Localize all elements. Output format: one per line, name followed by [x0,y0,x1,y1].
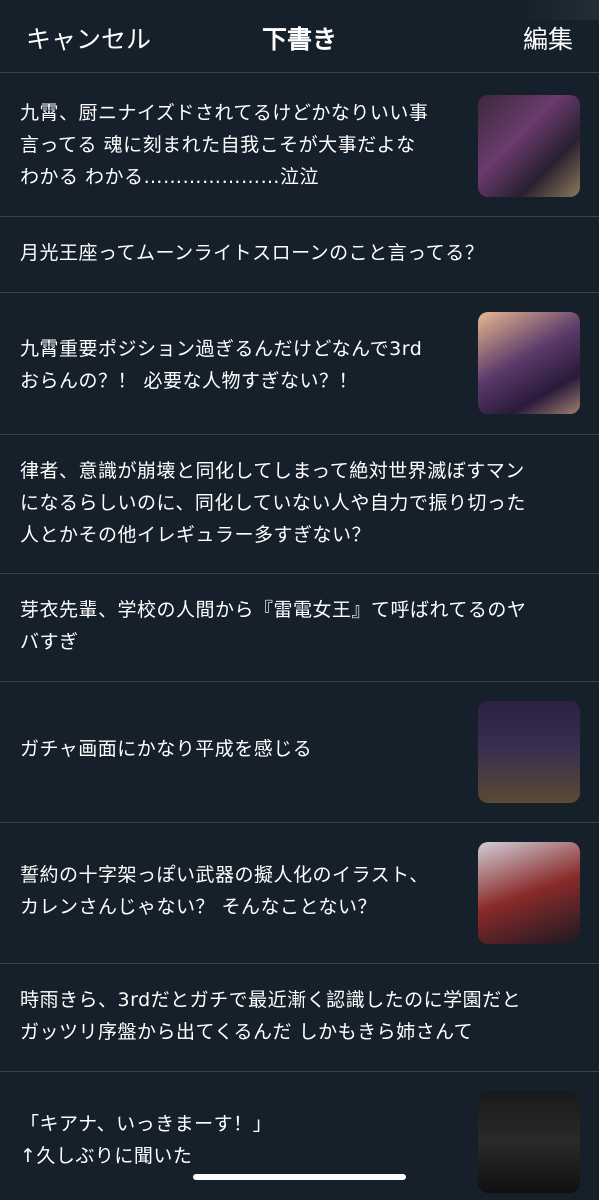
header-fade [519,0,599,20]
draft-item[interactable]: 九霄重要ポジション過ぎるんだけどなんで3rd おらんの？！ 必要な人物すぎない？… [0,292,599,434]
draft-text: 時雨きら、3rdだとガチで最近漸く認識したのに学園だと ガッツリ序盤から出てくる… [20,989,522,1043]
draft-item[interactable]: 誓約の十字架っぽい武器の擬人化のイラスト、 カレンさんじゃない？ そんなことない… [0,822,599,963]
draft-thumbnail [478,95,580,197]
draft-text: 九霄、厨ニナイズドされてるけどかなりいい事 言ってる 魂に刻まれた自我こそが大事… [20,102,429,188]
draft-item[interactable]: 月光王座ってムーンライトスローンのこと言ってる？ [0,216,599,292]
draft-item[interactable]: 時雨きら、3rdだとガチで最近漸く認識したのに学園だと ガッツリ序盤から出てくる… [0,963,599,1071]
draft-item[interactable]: 律者、意識が崩壊と同化してしまって絶対世界滅ぼすマン になるらしいのに、同化して… [0,434,599,573]
draft-thumbnail [478,1091,580,1193]
draft-item[interactable]: ガチャ画面にかなり平成を感じる [0,681,599,822]
draft-item[interactable]: 九霄、厨ニナイズドされてるけどかなりいい事 言ってる 魂に刻まれた自我こそが大事… [0,72,599,216]
draft-text: 誓約の十字架っぽい武器の擬人化のイラスト、 カレンさんじゃない？ そんなことない… [20,864,429,918]
page-title: 下書き [261,25,337,54]
draft-item[interactable]: 芽衣先輩、学校の人間から『雷電女王』て呼ばれてるのヤ バすぎ [0,573,599,681]
draft-text: 月光王座ってムーンライトスローンのこと言ってる？ [20,242,485,264]
draft-text: ガチャ画面にかなり平成を感じる [20,738,313,760]
draft-thumbnail [478,842,580,944]
draft-thumbnail [478,312,580,414]
edit-button[interactable]: 編集 [523,20,573,56]
draft-text: 律者、意識が崩壊と同化してしまって絶対世界滅ぼすマン になるらしいのに、同化して… [20,460,526,546]
home-indicator[interactable] [193,1174,406,1180]
draft-text: 芽衣先輩、学校の人間から『雷電女王』て呼ばれてるのヤ バすぎ [20,599,527,653]
draft-thumbnail [478,701,580,803]
navigation-header: キャンセル 下書き 編集 [0,0,599,72]
draft-item[interactable]: 「キアナ、いっきまーす！」 ↑久しぶりに聞いた [0,1071,599,1200]
draft-text: 「キアナ、いっきまーす！」 ↑久しぶりに聞いた [20,1113,273,1167]
draft-text: 九霄重要ポジション過ぎるんだけどなんで3rd おらんの？！ 必要な人物すぎない？… [20,338,423,392]
